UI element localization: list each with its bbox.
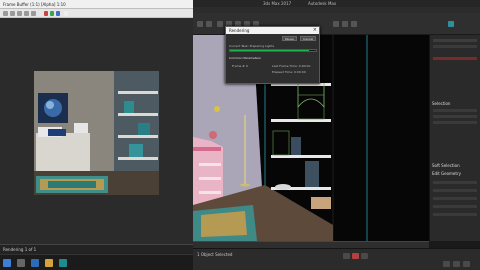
alpha-channel-icon[interactable] (64, 11, 68, 16)
soft-selection-rollout-header[interactable]: Soft Selection (432, 163, 460, 168)
play-icon[interactable] (343, 253, 350, 259)
selection-options-row[interactable] (433, 121, 477, 124)
command-panel: Selection Soft Selection Edit Geometry (429, 35, 480, 241)
frame-label: Frame # (232, 64, 245, 68)
copy-icon[interactable] (10, 11, 15, 16)
blue-channel-icon[interactable] (56, 11, 60, 16)
modifier-list-item[interactable] (433, 57, 477, 60)
clear-icon[interactable] (31, 11, 36, 16)
render-preview (34, 71, 159, 195)
search-icon[interactable] (17, 259, 25, 267)
link-icon[interactable] (217, 21, 223, 27)
frame-buffer-statusbar: Rendering 1 of 1 (0, 244, 193, 254)
edit-geometry-row[interactable] (433, 197, 477, 200)
clone-icon[interactable] (17, 11, 22, 16)
selection-options-row[interactable] (433, 115, 477, 118)
render-icon[interactable] (342, 21, 348, 27)
pan-icon[interactable] (453, 261, 460, 267)
print-icon[interactable] (24, 11, 29, 16)
selection-rollout-header[interactable]: Selection (432, 101, 450, 106)
start-icon[interactable] (3, 259, 11, 267)
edit-geometry-row[interactable] (433, 213, 477, 216)
taskbar (0, 254, 193, 270)
render-setup-icon[interactable] (333, 21, 339, 27)
pause-button[interactable]: Pause (282, 36, 297, 41)
time-slider[interactable] (193, 241, 429, 248)
selection-status: 1 Object Selected (197, 252, 233, 257)
rendering-dialog-title: Rendering (229, 28, 250, 33)
orbit-icon[interactable] (463, 261, 470, 267)
last-frame-time: Last Frame Time: 0:00:00 (272, 64, 311, 68)
frame-value: 0 (246, 64, 248, 68)
material-editor-icon[interactable] (351, 21, 357, 27)
edit-geometry-row[interactable] (433, 189, 477, 192)
zoom-icon[interactable] (443, 261, 450, 267)
selection-options-row[interactable] (433, 109, 477, 112)
set-key-icon[interactable] (361, 253, 368, 259)
save-icon[interactable] (3, 11, 8, 16)
max-status-bar: 1 Object Selected (193, 248, 480, 270)
rendering-dialog: Rendering × Pause Cancel Current Task: P… (225, 26, 320, 84)
object-name-field[interactable] (433, 45, 477, 48)
workspace-icon[interactable] (448, 21, 454, 27)
max-taskbar-icon[interactable] (59, 259, 67, 267)
max-file-name: Autodesk Max (308, 1, 337, 6)
close-icon[interactable]: × (313, 27, 317, 33)
edit-geometry-rollout-header[interactable]: Edit Geometry (432, 171, 461, 176)
frame-buffer-toolbar (0, 9, 193, 18)
total-progress-fill (230, 50, 310, 51)
max-titlebar: 3ds Max 2017 Autodesk Max (193, 0, 480, 7)
green-channel-icon[interactable] (50, 11, 54, 16)
elapsed-time: Elapsed Time: 0:00:00 (272, 70, 306, 74)
current-task-label: Current Task: Preparing Lights (229, 44, 275, 48)
common-parameters-header: Common Parameters (229, 56, 261, 60)
explorer-icon[interactable] (31, 259, 39, 267)
redo-icon[interactable] (206, 21, 212, 27)
cancel-button[interactable]: Cancel (300, 36, 317, 41)
edit-geometry-row[interactable] (433, 205, 477, 208)
frame-buffer-status: Rendering 1 of 1 (3, 247, 37, 252)
undo-icon[interactable] (197, 21, 203, 27)
red-channel-icon[interactable] (44, 11, 48, 16)
command-panel-tabs[interactable] (433, 39, 477, 42)
rendering-dialog-titlebar: Rendering (226, 27, 319, 34)
edit-geometry-row[interactable] (433, 181, 477, 184)
total-progress-bar (229, 49, 317, 52)
render-preview-image (34, 71, 159, 195)
folder-icon[interactable] (45, 259, 53, 267)
max-title: 3ds Max 2017 (263, 1, 292, 6)
frame-buffer-title: Frame Buffer (1:1) [Alpha] 1:10 (3, 2, 66, 7)
auto-key-icon[interactable] (352, 253, 359, 259)
frame-buffer-titlebar: Frame Buffer (1:1) [Alpha] 1:10 (0, 0, 193, 9)
